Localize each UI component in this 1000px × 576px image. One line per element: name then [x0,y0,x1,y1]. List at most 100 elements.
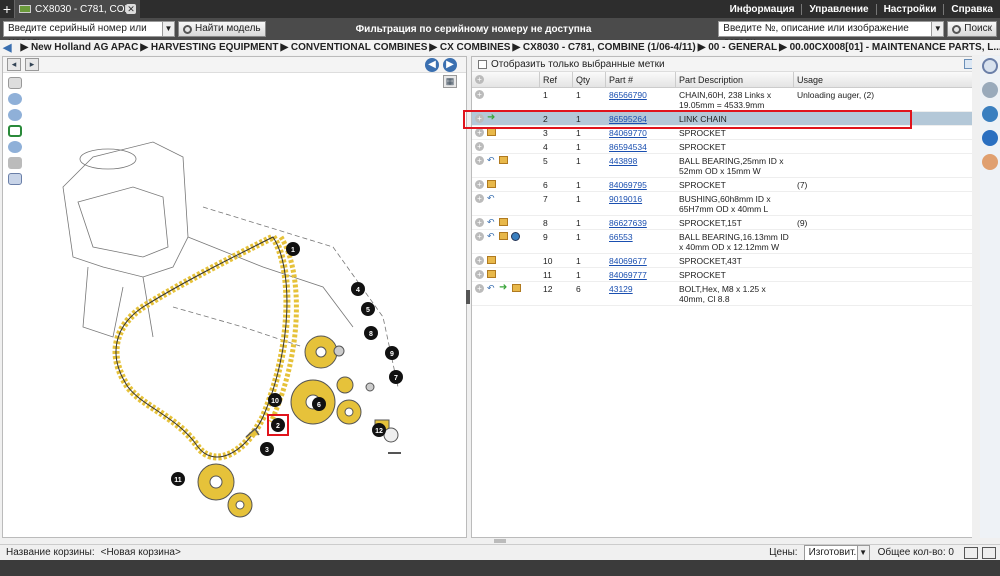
part-search-input[interactable]: Введите №, описание или изображение дета… [718,21,945,48]
table-row[interactable]: + ↶ 7 1 9019016 BUSHING,60h8mm ID x 65H7mm OD… [472,192,978,216]
tab-cx8030[interactable]: CX8030 - C781, COM... ✕ [14,0,140,18]
add-icon[interactable]: + [475,218,484,227]
part-link[interactable]: 84069795 [609,180,647,190]
ref-cell: 4 [543,142,548,152]
chevron-down-icon[interactable]: ▼ [162,22,174,36]
breadcrumb-item[interactable]: ▶ CX8030 - C781, COMBINE (1/06-4/11) [512,42,695,53]
show-selected-checkbox[interactable] [478,59,487,69]
part-link[interactable]: 43129 [609,284,633,294]
breadcrumb-item[interactable]: ▶ 00.00CX008[01] - MAINTENANCE PARTS, L.… [779,42,1000,53]
prices-select[interactable]: Изготовит... ▼ [803,544,870,561]
sprocket-11-hub [209,475,223,489]
menu-manage[interactable]: Управление [801,3,875,15]
table-row[interactable]: +11 1 84069777 SPROCKET [472,268,978,282]
export-icon[interactable] [982,546,996,559]
table-row[interactable]: +4 1 86594534 SPROCKET [472,140,978,154]
add-icon[interactable]: + [475,232,484,241]
menu-settings[interactable]: Настройки [875,3,944,15]
chevron-down-icon[interactable]: ▼ [856,545,869,560]
table-row[interactable]: + ↶ 9 1 66553 BALL BEARING,16.13mm ID x 40mm … [472,230,978,254]
table-row[interactable]: +10 1 84069677 SPROCKET,43T [472,254,978,268]
part-link[interactable]: 66553 [609,232,633,242]
part-link[interactable]: 84069777 [609,270,647,280]
part-link[interactable]: 443898 [609,156,637,166]
user-icon[interactable] [982,154,998,170]
desc-cell: BALL BEARING,25mm ID x 52mm OD x 15mm W [679,156,784,176]
ref-cell: 7 [543,194,548,204]
usage-cell [794,192,974,215]
add-icon[interactable]: + [475,256,484,265]
cart-name[interactable]: <Новая корзина> [101,547,181,558]
breadcrumb-item[interactable]: ▶ CONVENTIONAL COMBINES [280,42,427,53]
col-qty[interactable]: Qty [573,72,606,87]
breadcrumb-item[interactable]: ▶ 00 - GENERAL [698,42,777,53]
page-icon[interactable] [982,82,998,98]
cart-label: Название корзины: [6,547,95,558]
col-usage[interactable]: Usage [794,72,974,87]
filter-message: Фильтрация по серийному номеру не доступ… [355,23,592,35]
callout-label: 10 [271,398,279,405]
bushing-plate [383,427,399,443]
desc-cell: BOLT,Hex, M8 x 1.25 x 40mm, Cl 8.8 [679,284,766,304]
pane-splitter[interactable] [466,290,470,304]
new-tab-icon[interactable]: + [0,0,14,18]
add-icon[interactable]: + [475,142,484,151]
chevron-down-icon[interactable]: ▼ [931,22,944,36]
desc-cell: BALL BEARING,16.13mm ID x 40mm OD x 12.1… [679,232,789,252]
add-icon[interactable]: + [475,284,484,293]
usage-cell [794,140,974,153]
table-row[interactable]: + ↶ ➜ 12 6 43129 BOLT,Hex, M8 x 1.25 x 40mm, C… [472,282,978,306]
sprocket-8 [336,376,354,394]
part-link[interactable]: 84069677 [609,256,647,266]
part-link[interactable]: 86566790 [609,90,647,100]
close-icon[interactable]: ✕ [126,4,136,14]
resize-grip[interactable] [494,539,506,543]
menu-help[interactable]: Справка [943,3,1000,15]
cart-icon[interactable] [964,546,978,559]
callout-label: 12 [375,428,383,435]
add-icon[interactable]: + [475,156,484,165]
table-row[interactable]: +6 1 84069795 SPROCKET (7) [472,178,978,192]
col-part[interactable]: Part # [606,72,676,87]
serial-select[interactable]: Введите серийный номер или модель ▼ [3,21,175,48]
add-icon[interactable]: + [475,180,484,189]
find-model-button[interactable]: Найти модель [178,21,266,37]
breadcrumb-item[interactable]: ▶ New Holland AG APAC [20,42,138,53]
scrollbar[interactable] [972,56,979,538]
part-link[interactable]: 84069770 [609,128,647,138]
menu-info[interactable]: Информация [723,4,802,15]
search-button[interactable]: Поиск [947,21,997,37]
next-page-icon[interactable]: ▸ [25,58,39,71]
callouts [171,242,403,486]
table-row[interactable]: + ↶ 5 1 443898 BALL BEARING,25mm ID x 52mm OD… [472,154,978,178]
add-icon[interactable]: + [475,128,484,137]
table-row[interactable]: +1 1 86566790 CHAIN,60H, 238 Links x 19.05m… [472,88,978,112]
add-icon[interactable]: + [475,270,484,279]
part-link[interactable]: 9019016 [609,194,642,204]
search-bar: Введите серийный номер или модель ▼ Найт… [0,18,1000,48]
back-icon[interactable]: ◀ [3,41,11,54]
qty-cell: 1 [576,156,581,166]
green-arrow-icon: ➜ [499,282,508,293]
col-ref[interactable]: Ref [540,72,573,87]
add-icon[interactable]: + [475,194,484,203]
callout-label: 1 [291,247,295,254]
part-link[interactable]: 86594534 [609,142,647,152]
exploded-diagram: 1 2 3 4 5 6 7 8 9 10 11 12 [62,141,403,518]
col-desc[interactable]: Part Description [676,72,794,87]
part-link[interactable]: 86627639 [609,218,647,228]
globe-icon[interactable] [982,106,998,122]
add-all-icon[interactable]: + [475,75,484,84]
table-row[interactable]: + ↶ 8 1 86627639 SPROCKET,15T (9) [472,216,978,230]
row-icons: + [472,268,540,281]
prev-page-icon[interactable]: ◂ [7,58,21,71]
breadcrumb-item[interactable]: ▶ CX COMBINES [429,42,510,53]
search-icon[interactable] [982,58,998,74]
prev-diagram-icon[interactable]: ◀ [425,58,439,72]
breadcrumb-item[interactable]: ▶ HARVESTING EQUIPMENT [140,42,278,53]
next-diagram-icon[interactable]: ▶ [443,58,457,72]
usage-cell [794,254,974,267]
info-icon[interactable] [982,130,998,146]
add-icon[interactable]: + [475,90,484,99]
row-icons: + [472,178,540,191]
